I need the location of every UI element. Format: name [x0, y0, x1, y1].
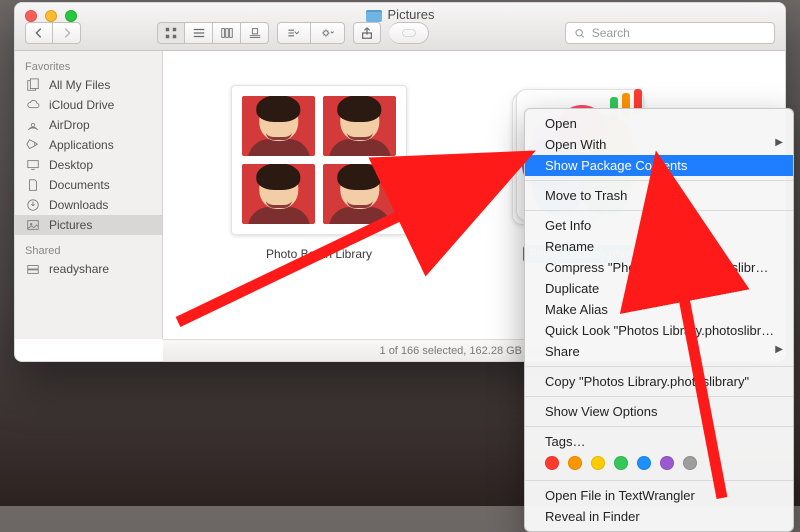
menu-item-compress[interactable]: Compress "Photos Library.photoslibrary" — [525, 257, 793, 278]
sidebar-item-desktop[interactable]: Desktop — [15, 155, 162, 175]
server-icon — [25, 262, 41, 276]
sidebar-item-label: Desktop — [49, 158, 93, 172]
sidebar-item-all-my-files[interactable]: All My Files — [15, 75, 162, 95]
cloud-icon — [25, 98, 41, 112]
back-button[interactable] — [25, 22, 53, 44]
action-menu-button[interactable] — [311, 22, 345, 44]
sidebar-item-label: readyshare — [49, 262, 109, 276]
airdrop-icon — [25, 118, 41, 132]
sidebar-item-label: Downloads — [49, 198, 108, 212]
sidebar-item-label: iCloud Drive — [49, 98, 114, 112]
arrange-menu-button[interactable] — [277, 22, 311, 44]
sidebar-item-documents[interactable]: Documents — [15, 175, 162, 195]
search-icon — [574, 27, 586, 40]
documents-icon — [25, 178, 41, 192]
menu-item-move-to-trash[interactable]: Move to Trash — [525, 185, 793, 206]
tag-dot-red[interactable] — [545, 456, 559, 470]
view-mode-switcher — [157, 22, 269, 44]
sidebar-item-readyshare[interactable]: readyshare — [15, 259, 162, 279]
menu-item-open[interactable]: Open — [525, 113, 793, 134]
sidebar-item-applications[interactable]: Applications — [15, 135, 162, 155]
pictures-icon — [25, 218, 41, 232]
all-my-files-icon — [25, 78, 41, 92]
tags-button[interactable] — [389, 22, 429, 44]
search-field[interactable] — [565, 22, 775, 44]
tag-dot-yellow[interactable] — [591, 456, 605, 470]
downloads-icon — [25, 198, 41, 212]
menu-item-rename[interactable]: Rename — [525, 236, 793, 257]
sidebar-item-label: All My Files — [49, 78, 110, 92]
view-column-button[interactable] — [213, 22, 241, 44]
menu-item-tags[interactable]: Tags… — [525, 431, 793, 452]
menu-item-duplicate[interactable]: Duplicate — [525, 278, 793, 299]
title-bar: Pictures — [15, 3, 785, 51]
tag-color-row — [525, 452, 793, 476]
tag-dot-purple[interactable] — [660, 456, 674, 470]
sidebar-item-label: Pictures — [49, 218, 92, 232]
sidebar-item-label: Documents — [49, 178, 110, 192]
sidebar: Favorites All My Files iCloud Drive AirD… — [15, 51, 163, 339]
menu-item-copy[interactable]: Copy "Photos Library.photoslibrary" — [525, 371, 793, 392]
photo-booth-icon — [231, 85, 407, 235]
file-label: Photo Booth Library — [260, 245, 378, 263]
desktop-icon — [25, 158, 41, 172]
menu-item-make-alias[interactable]: Make Alias — [525, 299, 793, 320]
tag-dot-orange[interactable] — [568, 456, 582, 470]
view-list-button[interactable] — [185, 22, 213, 44]
sidebar-heading-shared: Shared — [15, 241, 162, 259]
view-coverflow-button[interactable] — [241, 22, 269, 44]
context-menu: Open Open With Show Package Contents Mov… — [524, 108, 794, 532]
sidebar-item-pictures[interactable]: Pictures — [15, 215, 162, 235]
menu-item-show-view-options[interactable]: Show View Options — [525, 401, 793, 422]
toolbar — [15, 20, 785, 46]
menu-item-show-package-contents[interactable]: Show Package Contents — [525, 155, 793, 176]
tag-dot-gray[interactable] — [683, 456, 697, 470]
menu-item-open-with[interactable]: Open With — [525, 134, 793, 155]
menu-item-get-info[interactable]: Get Info — [525, 215, 793, 236]
sidebar-item-icloud-drive[interactable]: iCloud Drive — [15, 95, 162, 115]
view-icon-button[interactable] — [157, 22, 185, 44]
sidebar-heading-favorites: Favorites — [15, 57, 162, 75]
search-input[interactable] — [592, 26, 766, 40]
menu-item-open-in-textwrangler[interactable]: Open File in TextWrangler — [525, 485, 793, 506]
sidebar-item-label: AirDrop — [49, 118, 90, 132]
share-button[interactable] — [353, 22, 381, 44]
menu-item-share[interactable]: Share — [525, 341, 793, 362]
menu-item-reveal-in-finder[interactable]: Reveal in Finder — [525, 506, 793, 527]
sidebar-item-airdrop[interactable]: AirDrop — [15, 115, 162, 135]
nav-back-forward — [25, 22, 81, 44]
tag-dot-blue[interactable] — [637, 456, 651, 470]
sidebar-item-downloads[interactable]: Downloads — [15, 195, 162, 215]
file-photo-booth-library[interactable]: Photo Booth Library — [219, 85, 419, 339]
menu-item-quick-look[interactable]: Quick Look "Photos Library.photoslibrary… — [525, 320, 793, 341]
forward-button[interactable] — [53, 22, 81, 44]
sidebar-item-label: Applications — [49, 138, 114, 152]
tag-dot-green[interactable] — [614, 456, 628, 470]
applications-icon — [25, 138, 41, 152]
